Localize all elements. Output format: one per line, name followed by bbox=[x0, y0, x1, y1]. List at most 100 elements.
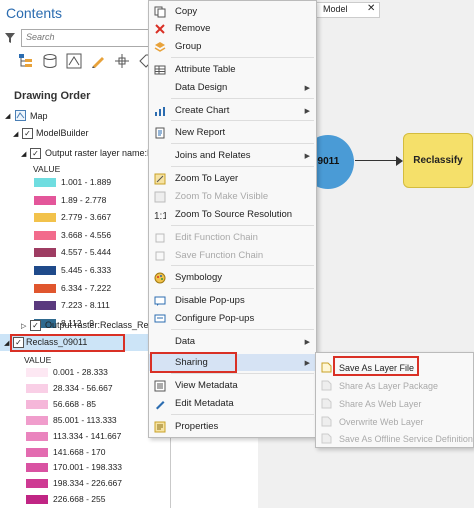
legend-swatch[interactable] bbox=[26, 479, 48, 488]
value-header: VALUE bbox=[33, 164, 61, 174]
legend-swatch[interactable] bbox=[26, 368, 48, 377]
group-layer-label[interactable]: ModelBuilder bbox=[36, 128, 89, 138]
list-by-snapping-icon[interactable] bbox=[114, 53, 130, 69]
legend-swatch[interactable] bbox=[26, 384, 48, 393]
edit-function-icon bbox=[154, 232, 166, 244]
menu-item-zoom-to-layer[interactable]: Zoom To Layer bbox=[149, 170, 316, 187]
highlight-box bbox=[150, 352, 237, 373]
menu-separator bbox=[171, 225, 314, 226]
list-by-drawing-order-icon[interactable] bbox=[18, 53, 34, 69]
legend-swatch[interactable] bbox=[34, 301, 56, 310]
save-function-icon bbox=[154, 250, 166, 262]
visibility-checkbox[interactable]: ✓ bbox=[22, 128, 33, 139]
tab-model[interactable]: Model ✕ bbox=[316, 2, 380, 18]
submenu-arrow-icon: ▶ bbox=[304, 152, 310, 160]
legend-swatch[interactable] bbox=[26, 416, 48, 425]
legend-label: 2.779 - 3.667 bbox=[61, 212, 112, 222]
menu-item-label: Zoom To Source Resolution bbox=[175, 209, 293, 220]
configure-popups-icon bbox=[154, 313, 166, 325]
submenu-item-label: Share As Layer Package bbox=[339, 381, 439, 391]
reclassify-tool-node[interactable]: Reclassify bbox=[403, 133, 473, 188]
menu-separator bbox=[171, 414, 314, 415]
layer-label[interactable]: Output raster:Reclass_Recl bbox=[45, 320, 155, 330]
menu-separator bbox=[171, 288, 314, 289]
menu-item-attribute-table[interactable]: Attribute Table bbox=[149, 61, 316, 78]
menu-item-symbology[interactable]: Symbology bbox=[149, 269, 316, 286]
legend-swatch[interactable] bbox=[34, 266, 56, 275]
visibility-checkbox[interactable]: ✓ bbox=[30, 148, 41, 159]
menu-item-zoom-to-source-resolution[interactable]: 1:1 Zoom To Source Resolution bbox=[149, 206, 316, 223]
properties-icon bbox=[154, 421, 166, 433]
contents-title: Contents bbox=[6, 5, 63, 21]
menu-item-disable-pop-ups[interactable]: Disable Pop-ups bbox=[149, 292, 316, 309]
layer-context-menu: Copy Remove Group Attribute Table Data Desig… bbox=[148, 0, 317, 438]
map-node-label[interactable]: Map bbox=[30, 111, 48, 121]
group-icon bbox=[154, 41, 166, 53]
menu-item-configure-pop-ups[interactable]: Configure Pop-ups bbox=[149, 310, 316, 327]
legend-swatch[interactable] bbox=[34, 231, 56, 240]
legend-swatch[interactable] bbox=[26, 448, 48, 457]
share-icon bbox=[321, 380, 332, 391]
menu-separator bbox=[171, 143, 314, 144]
menu-item-label: Zoom To Make Visible bbox=[175, 191, 269, 202]
legend-swatch[interactable] bbox=[26, 495, 48, 504]
menu-item-copy[interactable]: Copy bbox=[149, 3, 316, 20]
edit-metadata-icon bbox=[154, 398, 166, 410]
list-by-data-source-icon[interactable] bbox=[42, 53, 58, 69]
submenu-item-overwrite-web-layer: Overwrite Web Layer bbox=[316, 413, 473, 431]
collapse-icon[interactable]: ◢ bbox=[21, 150, 26, 158]
legend-swatch[interactable] bbox=[26, 400, 48, 409]
legend-swatch[interactable] bbox=[34, 178, 56, 187]
expand-icon[interactable]: ▷ bbox=[21, 322, 26, 330]
legend-swatch[interactable] bbox=[34, 213, 56, 222]
legend-swatch[interactable] bbox=[26, 432, 48, 441]
filter-icon[interactable] bbox=[5, 33, 15, 43]
contents-pane: Contents Drawing Order ◢ Map ◢ ✓ ModelBu… bbox=[0, 0, 171, 508]
legend-swatch[interactable] bbox=[34, 284, 56, 293]
menu-item-edit-metadata[interactable]: Edit Metadata bbox=[149, 395, 316, 412]
view-metadata-icon bbox=[154, 380, 166, 392]
collapse-icon[interactable]: ◢ bbox=[13, 130, 18, 138]
menu-item-data[interactable]: Data ▶ bbox=[149, 333, 316, 350]
share-icon bbox=[321, 416, 332, 427]
zoom-layer-icon bbox=[154, 173, 166, 185]
visibility-checkbox[interactable]: ✓ bbox=[30, 320, 41, 331]
legend-label: 6.334 - 7.222 bbox=[61, 283, 112, 293]
menu-item-label: Properties bbox=[175, 421, 219, 432]
close-icon[interactable]: ✕ bbox=[367, 3, 375, 14]
layer-label[interactable]: Output raster layer name:M bbox=[45, 148, 155, 158]
menu-item-remove[interactable]: Remove bbox=[149, 20, 316, 37]
menu-item-joins-and-relates[interactable]: Joins and Relates ▶ bbox=[149, 147, 316, 164]
menu-item-edit-function-chain: Edit Function Chain bbox=[149, 229, 316, 246]
menu-separator bbox=[171, 265, 314, 266]
source-resolution-icon: 1:1 bbox=[154, 209, 168, 222]
visibility-checkbox[interactable]: ✓ bbox=[13, 337, 24, 348]
legend-swatch[interactable] bbox=[26, 463, 48, 472]
submenu-item-share-as-web-layer: Share As Web Layer bbox=[316, 395, 473, 413]
menu-item-new-report[interactable]: New Report bbox=[149, 124, 316, 141]
menu-item-properties[interactable]: Properties bbox=[149, 418, 316, 435]
layer-file-icon bbox=[321, 362, 332, 373]
legend-label: 113.334 - 141.667 bbox=[53, 431, 122, 441]
menu-item-view-metadata[interactable]: View Metadata bbox=[149, 377, 316, 394]
list-by-editing-icon[interactable] bbox=[90, 53, 106, 69]
collapse-icon[interactable]: ◢ bbox=[5, 112, 10, 120]
legend-label: 3.668 - 4.556 bbox=[61, 230, 112, 240]
layer-label[interactable]: Reclass_09011 bbox=[26, 337, 87, 347]
list-by-selection-icon[interactable] bbox=[66, 53, 82, 69]
search-input[interactable] bbox=[22, 30, 146, 44]
share-icon bbox=[321, 398, 332, 409]
submenu-item-label: Save As Offline Service Definition bbox=[339, 434, 473, 444]
legend-label: 56.668 - 85 bbox=[53, 399, 97, 409]
menu-item-zoom-to-make-visible: Zoom To Make Visible bbox=[149, 188, 316, 205]
menu-item-group[interactable]: Group bbox=[149, 38, 316, 55]
legend-label: 198.334 - 226.667 bbox=[53, 478, 123, 488]
share-icon bbox=[321, 433, 332, 444]
menu-item-create-chart[interactable]: Create Chart ▶ bbox=[149, 102, 316, 119]
menu-item-data-design[interactable]: Data Design ▶ bbox=[149, 79, 316, 96]
collapse-icon[interactable]: ◢ bbox=[4, 339, 9, 347]
menu-item-label: Configure Pop-ups bbox=[175, 313, 255, 324]
legend-swatch[interactable] bbox=[34, 248, 56, 257]
legend-swatch[interactable] bbox=[34, 196, 56, 205]
submenu-item-label: Overwrite Web Layer bbox=[339, 417, 424, 427]
